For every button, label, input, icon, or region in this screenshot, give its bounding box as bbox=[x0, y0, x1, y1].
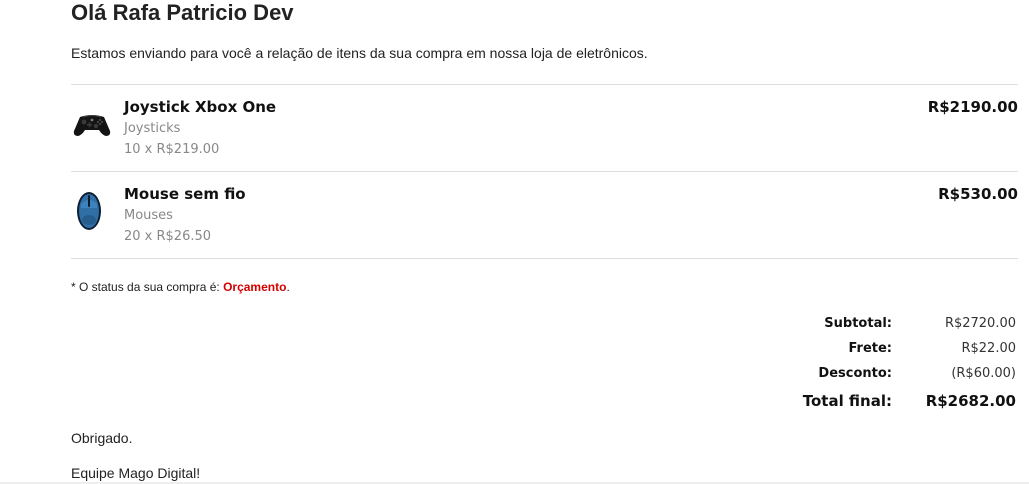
list-item: Mouse sem fio Mouses 20 x R$26.50 R$530.… bbox=[71, 172, 1018, 259]
team-signature: Equipe Mago Digital! bbox=[71, 465, 201, 481]
discount-row: Desconto: (R$60.00) bbox=[712, 361, 1016, 386]
item-name: Mouse sem fio bbox=[124, 185, 246, 203]
final-total-label: Total final: bbox=[802, 391, 892, 410]
shipping-value: R$22.00 bbox=[961, 341, 1016, 356]
list-item: Joystick Xbox One Joysticks 10 x R$219.0… bbox=[71, 85, 1018, 172]
discount-value: (R$60.00) bbox=[951, 366, 1016, 381]
order-totals: Subtotal: R$2720.00 Frete: R$22.00 Desco… bbox=[712, 311, 1016, 415]
discount-label: Desconto: bbox=[818, 366, 892, 381]
order-status-line: * O status da sua compra é: Orçamento. bbox=[71, 280, 290, 294]
item-category: Joysticks bbox=[124, 121, 181, 136]
status-prefix: * O status da sua compra é: bbox=[71, 280, 224, 294]
order-items-list: Joystick Xbox One Joysticks 10 x R$219.0… bbox=[71, 84, 1018, 259]
subtotal-value: R$2720.00 bbox=[944, 316, 1016, 331]
subtotal-label: Subtotal: bbox=[824, 316, 892, 331]
final-total-row: Total final: R$2682.00 bbox=[712, 386, 1016, 415]
thanks-text: Obrigado. bbox=[71, 430, 133, 446]
item-category: Mouses bbox=[124, 208, 173, 223]
item-total: R$2190.00 bbox=[927, 98, 1018, 116]
item-qty-price: 10 x R$219.00 bbox=[124, 142, 220, 157]
intro-text: Estamos enviando para você a relação de … bbox=[71, 45, 648, 61]
wireless-mouse-icon bbox=[77, 192, 101, 230]
item-total: R$530.00 bbox=[938, 185, 1018, 203]
status-badge: Orçamento bbox=[223, 280, 287, 294]
item-name: Joystick Xbox One bbox=[124, 98, 277, 116]
subtotal-row: Subtotal: R$2720.00 bbox=[712, 311, 1016, 336]
greeting-title: Olá Rafa Patricio Dev bbox=[71, 0, 294, 25]
final-total-value: R$2682.00 bbox=[925, 391, 1016, 410]
item-qty-price: 20 x R$26.50 bbox=[124, 229, 212, 244]
status-suffix: . bbox=[286, 280, 290, 294]
shipping-label: Frete: bbox=[848, 341, 892, 356]
xbox-controller-icon bbox=[73, 115, 111, 136]
shipping-row: Frete: R$22.00 bbox=[712, 336, 1016, 361]
